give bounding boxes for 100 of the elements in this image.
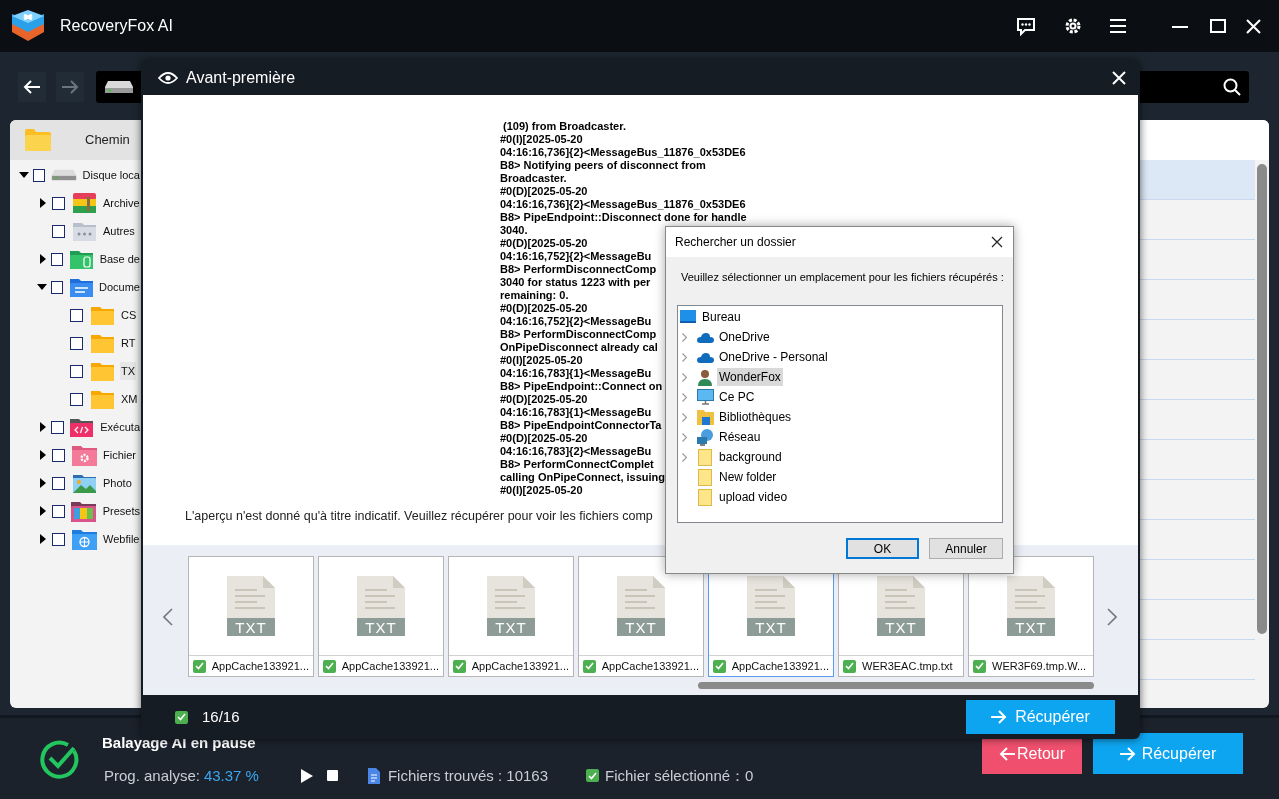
scrollbar[interactable] [698,682,1094,689]
expand-arrow-icon[interactable] [37,284,48,290]
folder-item[interactable]: OneDrive [717,328,772,346]
file-thumbnail[interactable]: TXT AppCache133921... [448,556,574,677]
checkbox[interactable] [973,659,986,673]
tree-item[interactable]: XM [120,390,139,408]
log-line: #0(D)[2025-05-20 [500,393,588,406]
checkbox[interactable] [193,659,206,673]
checkbox[interactable] [51,504,65,518]
column-header[interactable]: Chemin [85,130,130,150]
folder-item[interactable]: background [717,448,784,466]
code-folder-icon [70,417,94,437]
tree-item[interactable]: Archive [102,194,141,212]
folder-item[interactable]: Bibliothèques [717,408,794,426]
play-icon[interactable] [300,768,313,783]
expand-arrow-icon[interactable] [19,172,30,178]
checkbox[interactable] [52,448,65,462]
menu-icon[interactable] [1110,19,1126,33]
checkbox[interactable] [51,252,64,266]
checkbox[interactable] [583,659,596,673]
search-icon[interactable] [1223,78,1241,96]
log-line: 04:16:16,752]{2}<MessageBu [500,250,652,263]
chevron-right-icon[interactable] [682,392,687,402]
checkbox[interactable] [586,769,599,783]
expand-arrow-icon[interactable] [40,534,46,544]
checkbox[interactable] [51,420,64,434]
chevron-right-icon[interactable] [682,412,687,422]
chevron-left-icon[interactable] [163,607,173,626]
file-name: AppCache133921... [341,658,439,674]
chevron-right-icon[interactable] [682,332,687,342]
chevron-right-icon[interactable] [682,372,687,382]
tree-item[interactable]: Fichier [102,446,137,464]
folder-item[interactable]: upload video [717,488,790,506]
file-thumbnail[interactable]: TXT AppCache133921... [188,556,314,677]
tree-item[interactable]: Docume [98,278,141,296]
folder-item[interactable]: Réseau [717,428,763,446]
log-line: B8> PerformDisconnectComp [500,328,657,341]
tree-item[interactable]: Presets [101,502,141,520]
checkbox[interactable] [70,336,83,350]
checkbox[interactable] [70,392,83,406]
checkbox[interactable] [52,224,65,238]
tree-item[interactable]: Autres [102,222,136,240]
archive-folder-icon [72,193,96,213]
scrollbar[interactable] [1257,164,1267,634]
folder-item[interactable]: OneDrive - Personal [717,348,830,366]
log-line: calling OnPipeConnect, issuing [500,471,666,484]
checkbox[interactable] [70,308,83,322]
chevron-right-icon[interactable] [682,432,687,442]
progress-label: Prog. analyse: [104,765,200,786]
chat-icon[interactable] [1016,16,1036,36]
text-file-icon [617,576,665,636]
folder-item[interactable]: Bureau [700,308,743,326]
file-thumbnail[interactable]: TXT AppCache133921... [318,556,444,677]
log-line: B8> PipeEndpoint::Connect on [500,380,663,393]
chevron-right-icon[interactable] [682,452,687,462]
expand-arrow-icon[interactable] [40,478,46,488]
expand-arrow-icon[interactable] [40,450,46,460]
tree-item[interactable]: RT [120,334,137,352]
file-type-label: TXT [494,619,528,637]
checkbox[interactable] [50,280,64,294]
close-icon[interactable] [991,236,1003,248]
expand-arrow-icon[interactable] [39,422,46,432]
maximize-icon[interactable] [1210,19,1226,33]
tree-item[interactable]: Base de [98,250,141,268]
file-thumbnail[interactable]: TXT AppCache133921... [578,556,704,677]
checkbox[interactable] [175,710,188,724]
app-title: RecoveryFox AI [60,16,173,36]
tree-item[interactable]: Disque loca [81,166,141,184]
folder-item[interactable]: WonderFox [717,368,783,386]
tree-item[interactable]: Photo [102,474,133,492]
tree-item[interactable]: CS [120,306,138,324]
file-thumbnail[interactable]: TXT WER3F69.tmp.W... [968,556,1094,677]
expand-arrow-icon[interactable] [39,506,46,516]
log-line: 04:16:16,736]{2}<MessageBus_11876_0x53DE6 [500,146,746,159]
arrow-right-icon [61,79,79,95]
cancel-button[interactable]: Annuler [929,538,1003,559]
expand-arrow-icon[interactable] [39,254,46,264]
tree-item[interactable]: Exécuta [99,418,141,436]
forward-button[interactable] [56,72,84,102]
ok-button[interactable]: OK [846,538,919,559]
checkbox[interactable] [52,476,65,490]
folder-item[interactable]: Ce PC [717,388,757,406]
tree-item[interactable]: TX [120,362,137,380]
log-line: B8> PerformConnectComplet [500,458,654,471]
back-button[interactable] [18,72,46,102]
stop-icon[interactable] [326,770,338,782]
expand-arrow-icon[interactable] [40,198,46,208]
checkbox[interactable] [323,659,336,673]
folder-item[interactable]: New folder [717,468,779,486]
checkbox[interactable] [32,168,45,182]
tree-item[interactable]: Webfile [102,530,141,548]
checkbox[interactable] [713,659,726,673]
chevron-right-icon[interactable] [1107,607,1117,626]
checkbox[interactable] [70,364,83,378]
checkbox[interactable] [843,659,856,673]
checkbox[interactable] [453,659,466,673]
checkbox[interactable] [52,532,65,546]
checkbox[interactable] [52,196,65,210]
settings-icon[interactable] [1064,17,1082,35]
chevron-right-icon[interactable] [682,352,687,362]
